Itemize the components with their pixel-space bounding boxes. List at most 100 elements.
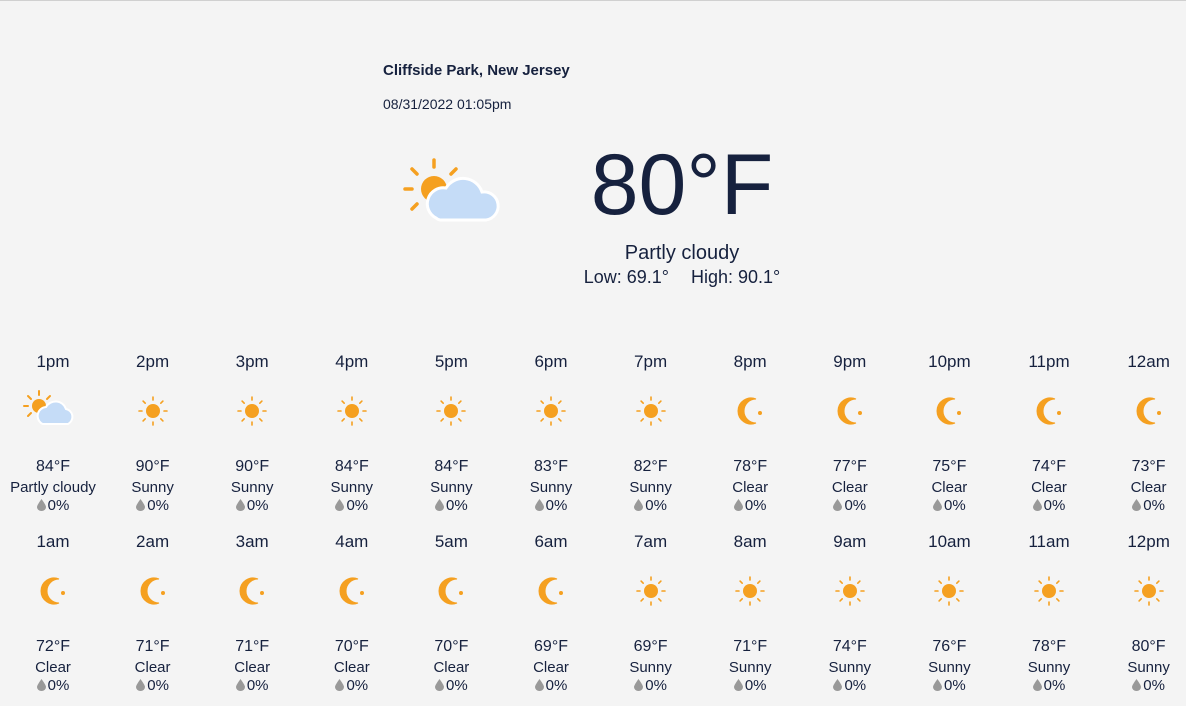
sun-icon [123, 388, 183, 434]
hourly-forecast-item: 7pm 82°F Sunny 0% [601, 350, 701, 520]
hourly-forecast-item: 7am 69°F Sunny 0% [601, 530, 701, 700]
hourly-forecast-item: 10am 76°F Sunny 0% [899, 530, 999, 700]
hour-label: 5am [434, 532, 468, 551]
hour-temperature: 76°F [932, 638, 967, 655]
hour-temperature: 70°F [434, 638, 469, 655]
rain-chance-value: 0% [446, 677, 468, 694]
raindrop-icon [235, 678, 245, 695]
hour-condition: Clear [35, 659, 71, 676]
raindrop-icon [335, 678, 345, 695]
hourly-forecast-item: 8am 71°F Sunny 0% [700, 530, 800, 700]
raindrop-icon [36, 678, 46, 695]
hour-label: 1pm [36, 352, 70, 371]
hour-label: 7pm [634, 352, 668, 371]
raindrop-icon [833, 498, 843, 515]
raindrop-icon [435, 678, 445, 695]
hour-temperature: 83°F [534, 458, 568, 475]
rain-chance: 0% [501, 677, 601, 695]
hour-temperature: 71°F [135, 638, 170, 655]
sun-icon [322, 388, 382, 434]
hour-condition: Clear [533, 659, 569, 676]
hour-label: 8am [733, 532, 767, 551]
rain-chance: 0% [103, 497, 203, 515]
hour-label: 12pm [1127, 532, 1170, 551]
rain-chance: 0% [999, 497, 1099, 515]
sun-icon [1119, 568, 1179, 614]
hour-label: 6pm [534, 352, 568, 371]
rain-chance: 0% [899, 497, 999, 515]
hourly-forecast-item: 5pm 84°F Sunny 0% [401, 350, 501, 520]
rain-chance: 0% [302, 677, 402, 695]
hourly-forecast-item: 2am 71°F Clear 0% [103, 530, 203, 700]
sun-icon [919, 568, 979, 614]
rain-chance: 0% [800, 497, 900, 515]
hour-condition: Clear [732, 479, 769, 496]
raindrop-icon [634, 498, 644, 515]
rain-chance: 0% [202, 677, 302, 695]
hour-label: 2pm [136, 352, 170, 371]
hour-condition: Sunny [230, 479, 274, 496]
rain-chance-value: 0% [346, 497, 369, 514]
rain-chance-value: 0% [1043, 677, 1066, 694]
rain-chance-value: 0% [844, 497, 867, 514]
hour-condition: Clear [234, 659, 271, 676]
hourly-forecast-item: 2pm 90°F Sunny 0% [103, 350, 203, 520]
hour-label: 3pm [235, 352, 269, 371]
moon-icon [222, 568, 282, 614]
hourly-forecast-item: 8pm 78°F Clear 0% [700, 350, 800, 520]
rain-chance: 0% [1099, 677, 1186, 695]
hour-condition: Sunny [629, 659, 672, 676]
raindrop-icon [435, 498, 445, 515]
partly-cloudy-icon [23, 388, 83, 434]
sun-icon [421, 388, 481, 434]
hour-label: 10pm [928, 352, 971, 371]
hour-condition: Clear [1031, 479, 1067, 496]
rain-chance-value: 0% [147, 677, 169, 694]
raindrop-icon [1032, 498, 1042, 515]
rain-chance-value: 0% [744, 677, 767, 694]
hour-condition: Clear [1130, 479, 1167, 496]
rain-chance: 0% [601, 497, 701, 515]
hour-condition: Sunny [1027, 659, 1071, 676]
sun-icon [1019, 568, 1079, 614]
hour-temperature: 80°F [1131, 638, 1166, 655]
hourly-forecast-item: 11am 78°F Sunny 0% [999, 530, 1099, 700]
top-divider [0, 0, 1186, 1]
hourly-forecast-item: 5am 70°F Clear 0% [401, 530, 501, 700]
hour-condition: Clear [134, 659, 171, 676]
hour-temperature: 82°F [633, 458, 668, 475]
hour-condition: Clear [333, 659, 370, 676]
hour-temperature: 69°F [534, 638, 568, 655]
hourly-forecast-item: 9pm 77°F Clear 0% [800, 350, 900, 520]
raindrop-icon [933, 678, 943, 695]
current-temperature: 80°F [590, 137, 774, 233]
raindrop-icon [136, 498, 146, 515]
hour-temperature: 72°F [36, 638, 70, 655]
hour-temperature: 90°F [235, 458, 270, 475]
hourly-forecast-item: 12am 73°F Clear 0% [1099, 350, 1186, 520]
raindrop-icon [36, 498, 46, 515]
rain-chance-value: 0% [246, 677, 269, 694]
current-condition: Partly cloudy [624, 242, 740, 264]
hour-label: 6am [534, 532, 568, 551]
hour-condition: Sunny [330, 479, 374, 496]
raindrop-icon [235, 498, 245, 515]
raindrop-icon [1132, 678, 1142, 695]
hour-condition: Sunny [131, 479, 174, 496]
hour-condition: Partly cloudy [10, 479, 96, 496]
rain-chance: 0% [1099, 497, 1186, 515]
raindrop-icon [733, 678, 743, 695]
sun-icon [621, 568, 681, 614]
rain-chance-value: 0% [645, 497, 667, 514]
rain-chance: 0% [700, 677, 800, 695]
hour-label: 7am [634, 532, 668, 551]
sun-icon [720, 568, 780, 614]
rain-chance-value: 0% [47, 677, 70, 694]
hourly-forecast-item: 3pm 90°F Sunny 0% [202, 350, 302, 520]
current-datetime: 08/31/2022 01:05pm [383, 96, 512, 112]
rain-chance-value: 0% [346, 677, 369, 694]
hourly-row-1: 1pm 84°F Partly cloudy 0% 2pm 90°F Sunny… [0, 350, 1186, 520]
rain-chance-value: 0% [47, 497, 70, 514]
rain-chance-value: 0% [944, 497, 966, 514]
rain-chance: 0% [999, 677, 1099, 695]
